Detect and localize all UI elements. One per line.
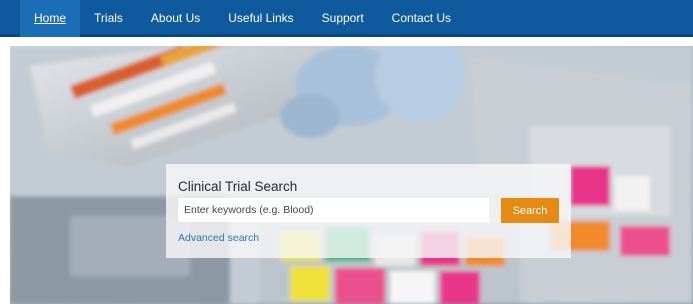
nav-item-home[interactable]: Home xyxy=(20,0,81,37)
search-button[interactable]: Search xyxy=(501,198,559,223)
advanced-search-link[interactable]: Advanced search xyxy=(178,232,259,244)
search-panel: Clinical Trial Search Search Advanced se… xyxy=(166,164,571,258)
nav-menu: Home Trials About Us Useful Links Suppor… xyxy=(20,0,465,37)
nav-item-about-us[interactable]: About Us xyxy=(137,0,214,37)
nav-item-useful-links[interactable]: Useful Links xyxy=(214,0,307,37)
hero-banner-image: Clinical Trial Search Search Advanced se… xyxy=(10,46,693,304)
nav-item-trials[interactable]: Trials xyxy=(80,0,137,37)
nav-item-support[interactable]: Support xyxy=(308,0,378,37)
search-input[interactable] xyxy=(178,198,489,222)
search-title: Clinical Trial Search xyxy=(178,179,298,194)
top-navigation-bar: Home Trials About Us Useful Links Suppor… xyxy=(0,0,693,37)
nav-item-contact-us[interactable]: Contact Us xyxy=(378,0,465,37)
